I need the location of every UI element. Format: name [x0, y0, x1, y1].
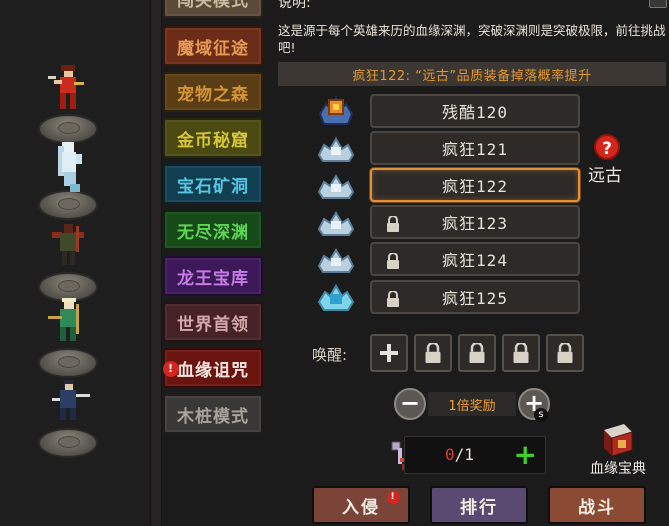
crest-white-icon	[317, 174, 355, 199]
level-label: 疯狂124	[442, 251, 508, 270]
blood-codex-button[interactable]: 血缘宝典	[578, 422, 658, 480]
mode-label: 世界首领	[177, 314, 249, 335]
hero-white-spirit[interactable]	[34, 140, 100, 220]
level-button[interactable]: 疯狂124	[370, 242, 580, 276]
level-label: 疯狂122	[442, 177, 508, 196]
hero-green-archer[interactable]	[34, 298, 100, 378]
ticket-max: /1	[454, 445, 474, 464]
level-button[interactable]: 残酷120	[370, 94, 580, 128]
ticket-add-button[interactable]: +	[514, 441, 537, 469]
awaken-slot-add[interactable]	[370, 334, 408, 372]
mode-gold-cave[interactable]: 金币秘窟	[163, 118, 263, 158]
lock-icon	[557, 343, 573, 363]
close-button[interactable]	[649, 0, 667, 8]
alert-badge: !	[387, 491, 400, 504]
mode-label: 血缘诅咒	[177, 360, 249, 381]
awaken-slot-locked[interactable]	[458, 334, 496, 372]
mode-label: 闯关模式	[177, 0, 249, 11]
mode-label: 宠物之森	[177, 84, 249, 105]
mode-label: 金币秘窟	[177, 130, 249, 151]
plus-icon	[380, 344, 398, 362]
description-text: 这是源于每个英雄来历的血缘深渊，突破深渊则是突破极限，前往挑战吧!	[278, 23, 666, 55]
mode-demon-realm[interactable]: 魔域征途	[163, 26, 263, 66]
action-label: 入侵	[342, 497, 380, 518]
ticket-count: 0/1	[445, 445, 474, 464]
reward-minus-button[interactable]: −	[394, 388, 426, 420]
level-button[interactable]: 疯狂125	[370, 280, 580, 314]
mode-pet-forest[interactable]: 宠物之森	[163, 72, 263, 112]
mode-menu: 闯关模式 魔域征途 宠物之森 金币秘窟 宝石矿洞 无尽深渊 龙王宝库 世界首领 …	[160, 0, 266, 526]
crest-white-icon	[317, 137, 355, 162]
lock-icon	[425, 343, 441, 363]
mode-label: 无尽深渊	[177, 222, 249, 243]
level-row: 疯狂124	[316, 242, 636, 276]
mode-world-boss[interactable]: 世界首领	[163, 302, 263, 342]
action-label: 战斗	[578, 497, 616, 518]
level-label: 疯狂125	[442, 289, 508, 308]
mode-endless-abyss[interactable]: 无尽深渊	[163, 210, 263, 250]
reward-label: 1倍奖励	[428, 392, 516, 416]
level-row: 残酷120	[316, 94, 636, 128]
awaken-slot-locked[interactable]	[546, 334, 584, 372]
ticket-counter: 0/1 +	[404, 436, 546, 474]
crest-red-icon	[318, 94, 354, 125]
level-button[interactable]: 疯狂123	[370, 205, 580, 239]
ranking-button[interactable]: 排行	[430, 486, 528, 524]
mode-blood-curse[interactable]: ! 血缘诅咒	[163, 348, 263, 388]
lock-icon	[387, 253, 399, 269]
action-label: 排行	[460, 497, 498, 518]
awaken-label: 唤醒:	[312, 346, 348, 364]
crest-white-icon	[317, 248, 355, 273]
lock-icon	[513, 343, 529, 363]
reward-badge: s	[534, 408, 548, 422]
mode-label: 宝石矿洞	[177, 176, 249, 197]
ticket-current: 0	[445, 445, 455, 464]
hero-red-swordswoman-sprite	[48, 65, 84, 109]
lock-icon	[387, 291, 399, 307]
mode-label: 魔域征途	[177, 38, 249, 59]
hero-dark-warrior[interactable]	[34, 222, 100, 302]
ancient-quality-label: 远古	[588, 166, 622, 186]
hero-white-spirit-sprite	[58, 142, 82, 192]
mode-label: 龙王宝库	[177, 268, 249, 289]
level-label: 残酷120	[442, 103, 508, 122]
invade-button[interactable]: 入侵 !	[312, 486, 410, 524]
level-label: 疯狂121	[442, 140, 508, 159]
awaken-slot-locked[interactable]	[502, 334, 540, 372]
crest-white-icon	[317, 211, 355, 236]
alert-badge: !	[163, 361, 179, 377]
hero-list	[0, 0, 150, 526]
mode-gem-mine[interactable]: 宝石矿洞	[163, 164, 263, 204]
hero-blue-swordsman-sprite	[52, 380, 90, 420]
level-label: 疯狂123	[442, 214, 508, 233]
level-row: 疯狂125	[316, 280, 636, 314]
lock-icon	[387, 216, 399, 232]
hero-red-swordswoman[interactable]	[34, 64, 100, 144]
level-row: 疯狂121	[316, 131, 636, 165]
level-button[interactable]: 疯狂121	[370, 131, 580, 165]
level-button-selected[interactable]: 疯狂122	[370, 168, 580, 202]
blood-curse-panel: 说明: 这是源于每个英雄来历的血缘深渊，突破深渊则是突破极限，前往挑战吧! 疯狂…	[272, 0, 669, 526]
battle-button[interactable]: 战斗	[548, 486, 646, 524]
book-icon	[604, 424, 633, 457]
awaken-slot-locked[interactable]	[414, 334, 452, 372]
reward-multiplier: − 1倍奖励 + s	[394, 388, 550, 422]
level-row: 疯狂123	[316, 205, 636, 239]
codex-label: 血缘宝典	[590, 461, 646, 477]
mode-dragon-vault[interactable]: 龙王宝库	[163, 256, 263, 296]
drop-rate-banner: 疯狂122: “远古”品质装备掉落概率提升	[278, 62, 666, 86]
hero-blue-swordsman[interactable]	[34, 378, 100, 458]
crest-cyan-icon	[317, 284, 355, 311]
lock-icon	[469, 343, 485, 363]
mode-stage[interactable]: 闯关模式	[163, 0, 263, 18]
question-icon[interactable]: ?	[594, 134, 620, 160]
mode-training-dummy[interactable]: 木桩模式	[163, 394, 263, 434]
hero-green-archer-sprite	[48, 298, 79, 341]
description-title: 说明:	[278, 0, 311, 11]
mode-label: 木桩模式	[177, 406, 249, 427]
hero-dark-warrior-sprite	[52, 224, 84, 265]
